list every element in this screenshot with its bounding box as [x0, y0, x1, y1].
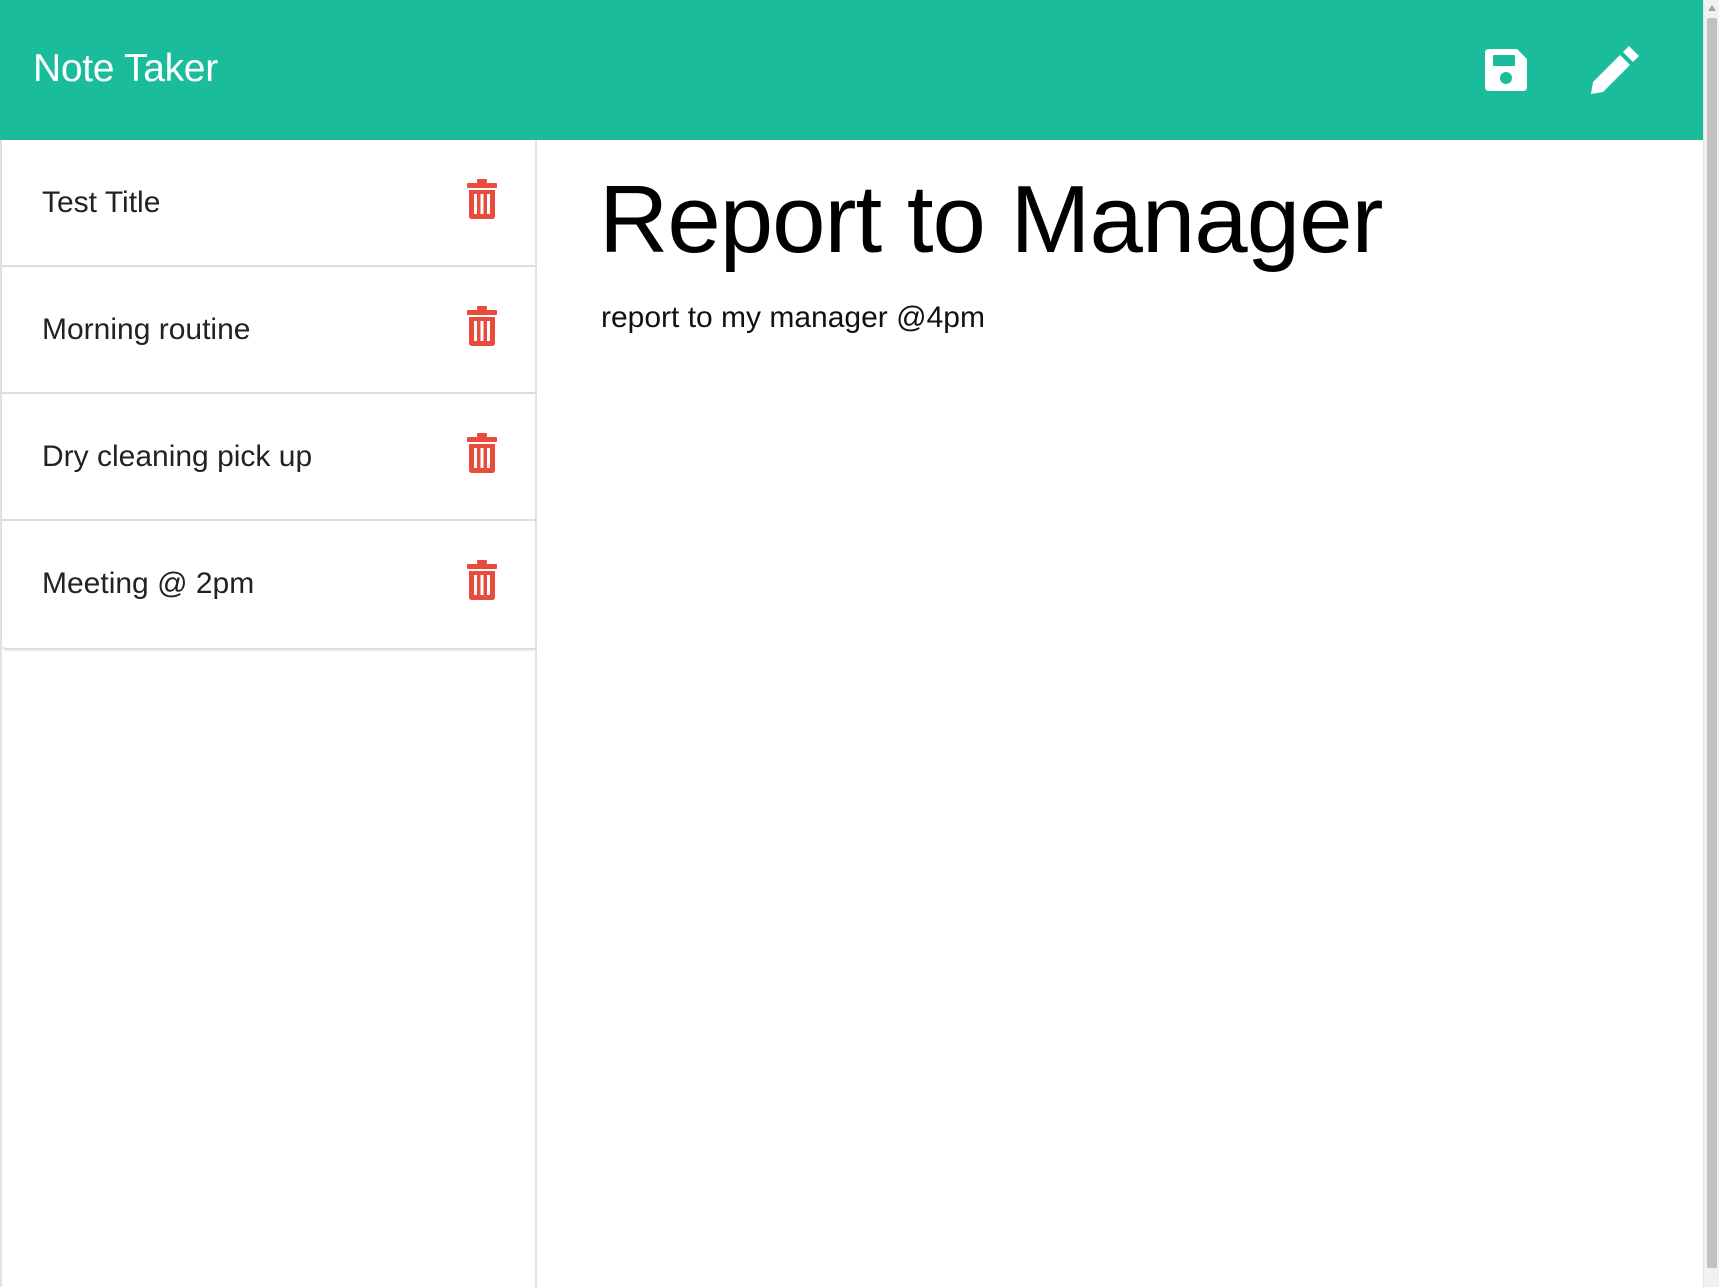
trash-icon	[467, 179, 497, 219]
note-list-title: Dry cleaning pick up	[42, 440, 313, 473]
scrollbar-thumb[interactable]	[1707, 18, 1717, 1268]
note-title-input[interactable]	[599, 160, 1659, 280]
save-note-button[interactable]	[1476, 40, 1536, 100]
note-list: Test Title Morning routine Dry cleaning …	[2, 140, 537, 650]
note-list-title: Morning routine	[42, 313, 251, 346]
note-text-area[interactable]: report to my manager @4pm	[601, 298, 1661, 1198]
floppy-disk-icon	[1485, 49, 1527, 91]
trash-icon	[467, 560, 497, 600]
delete-note-button[interactable]	[465, 305, 499, 347]
trash-icon	[467, 433, 497, 473]
trash-icon	[467, 306, 497, 346]
list-item[interactable]: Morning routine	[2, 267, 537, 394]
scroll-up-arrow-icon[interactable]	[1704, 0, 1719, 16]
new-note-button[interactable]	[1585, 40, 1645, 100]
note-taker-app: Note Taker Test Title Morning routine Dr…	[0, 0, 1719, 1287]
delete-note-button[interactable]	[465, 559, 499, 601]
note-list-title: Meeting @ 2pm	[42, 567, 255, 600]
delete-note-button[interactable]	[465, 432, 499, 474]
list-item[interactable]: Test Title	[2, 140, 537, 267]
list-item[interactable]: Meeting @ 2pm	[2, 521, 537, 648]
note-sidebar: Test Title Morning routine Dry cleaning …	[0, 140, 537, 1287]
note-list-title: Test Title	[42, 186, 161, 219]
list-item[interactable]: Dry cleaning pick up	[2, 394, 537, 521]
pencil-icon	[1591, 46, 1639, 94]
vertical-scrollbar[interactable]	[1703, 0, 1719, 1287]
note-editor: report to my manager @4pm	[537, 140, 1703, 1287]
brand-link[interactable]: Note Taker	[33, 44, 218, 94]
navbar: Note Taker	[0, 0, 1703, 140]
delete-note-button[interactable]	[465, 178, 499, 220]
